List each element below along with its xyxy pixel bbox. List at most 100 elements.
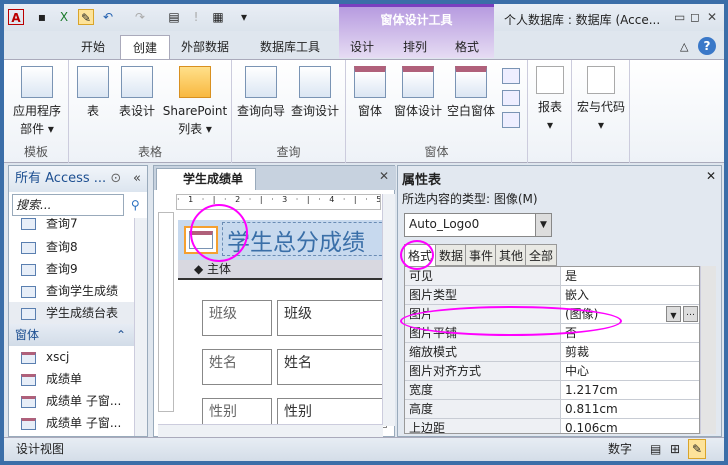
collapse-section-icon[interactable]: ⌃: [116, 324, 126, 346]
tab-create[interactable]: 创建: [120, 35, 170, 60]
query-wizard-icon: [245, 66, 277, 98]
tab-design[interactable]: 设计: [341, 35, 383, 59]
document-tab[interactable]: 学生成绩单: [156, 168, 256, 190]
property-row[interactable]: 上边距 0.106cm: [405, 419, 699, 433]
horizontal-scrollbar[interactable]: [158, 424, 383, 437]
nav-menu-icon[interactable]: ⊙: [110, 171, 121, 186]
design-view-icon[interactable]: ✎: [78, 9, 94, 25]
property-row[interactable]: 可见是: [405, 267, 699, 286]
property-scrollbar[interactable]: [700, 266, 716, 434]
table-icon[interactable]: ▦: [210, 9, 226, 25]
property-name: 可见: [405, 267, 561, 285]
list-item[interactable]: 学生成绩台表: [9, 302, 134, 324]
list-item[interactable]: 查询7: [9, 218, 134, 236]
access-logo-icon[interactable]: A: [8, 9, 24, 25]
dropdown-arrow-icon[interactable]: ▼: [535, 214, 551, 236]
help-icon[interactable]: ?: [698, 37, 716, 55]
property-value[interactable]: 中心: [561, 362, 699, 380]
close-property-sheet-icon[interactable]: ✕: [706, 169, 716, 183]
navigation-icon[interactable]: [502, 90, 520, 106]
property-row[interactable]: 高度 0.811cm: [405, 400, 699, 419]
list-item[interactable]: 查询9: [9, 258, 134, 280]
save-icon[interactable]: ▪: [34, 9, 50, 25]
property-value[interactable]: 嵌入: [561, 286, 699, 304]
property-row[interactable]: 图片类型 嵌入: [405, 286, 699, 305]
property-value[interactable]: 剪裁: [561, 343, 699, 361]
close-document-icon[interactable]: ✕: [379, 169, 389, 183]
query-wizard-button[interactable]: 查询向导: [234, 66, 288, 120]
search-icon[interactable]: ⚲: [131, 198, 140, 212]
customize-icon[interactable]: ▾: [236, 9, 252, 25]
tab-arrange[interactable]: 排列: [394, 35, 436, 59]
minimize-button[interactable]: ▭: [674, 10, 685, 24]
list-item[interactable]: 查询8: [9, 236, 134, 258]
label-class[interactable]: 班级: [202, 300, 272, 336]
tab-format[interactable]: 格式: [446, 35, 488, 59]
tab-database-tools[interactable]: 数据库工具: [250, 35, 330, 59]
field-name[interactable]: 姓名: [277, 349, 387, 385]
reports-button[interactable]: 报表 ▾: [532, 66, 568, 134]
tab-all[interactable]: 全部: [525, 244, 558, 266]
more-forms-icon[interactable]: [502, 112, 520, 128]
close-button[interactable]: ✕: [707, 10, 717, 24]
form-icon[interactable]: ▤: [166, 9, 182, 25]
undo-icon[interactable]: ↶: [100, 9, 116, 25]
run-icon[interactable]: !: [188, 9, 204, 25]
property-row[interactable]: 图片对齐方式 中心: [405, 362, 699, 381]
nav-header[interactable]: 所有 Access ... ⊙ «: [9, 166, 147, 192]
property-value[interactable]: 是: [561, 267, 699, 285]
redo-icon[interactable]: ↷: [132, 9, 148, 25]
maximize-button[interactable]: ◻: [690, 10, 700, 24]
form-button[interactable]: 窗体: [350, 66, 390, 120]
table-design-button[interactable]: 表设计: [117, 66, 157, 120]
collapse-ribbon-icon[interactable]: △: [680, 40, 688, 53]
tab-label: 学生成绩单: [183, 172, 244, 186]
window-title: 个人数据库 : 数据库 (Acce...: [504, 13, 661, 27]
property-row[interactable]: 宽度 1.217cm: [405, 381, 699, 400]
property-value[interactable]: 1.217cm: [561, 381, 699, 399]
nav-scrollbar[interactable]: [134, 218, 147, 436]
detail-section-bar[interactable]: ◆ 主体: [178, 260, 383, 280]
collapse-nav-icon[interactable]: «: [133, 166, 141, 192]
property-value[interactable]: 0.106cm: [561, 419, 699, 433]
builder-button[interactable]: …: [683, 306, 698, 322]
group-queries: 查询向导 查询设计 查询: [232, 60, 346, 163]
blank-form-button[interactable]: 空白窗体: [444, 66, 498, 120]
property-name: 图片对齐方式: [405, 362, 561, 380]
tab-other[interactable]: 其他: [495, 244, 528, 266]
form-design-button[interactable]: 窗体设计: [392, 66, 444, 120]
excel-icon[interactable]: X: [56, 9, 72, 25]
form-view-icon[interactable]: ▤: [650, 438, 661, 460]
object-selector[interactable]: Auto_Logo0 ▼: [404, 213, 552, 237]
layout-view-icon[interactable]: ⊞: [670, 438, 680, 460]
vertical-scrollbar[interactable]: [382, 194, 395, 426]
query-design-button[interactable]: 查询设计: [288, 66, 342, 120]
property-value[interactable]: 0.811cm: [561, 400, 699, 418]
highlight-circle: [400, 240, 434, 270]
application-parts-button[interactable]: 应用程序 部件 ▾: [8, 66, 66, 138]
form-wizard-icon[interactable]: [502, 68, 520, 84]
blank-form-icon: [455, 66, 487, 98]
list-item[interactable]: 查询学生成绩: [9, 280, 134, 302]
tab-data[interactable]: 数据: [435, 244, 468, 266]
group-label: 窗体: [424, 145, 449, 159]
list-item[interactable]: 成绩单 子窗...: [9, 390, 134, 412]
design-view-icon[interactable]: ✎: [688, 439, 706, 459]
list-item[interactable]: 成绩单: [9, 368, 134, 390]
tab-home[interactable]: 开始: [70, 35, 116, 59]
list-item[interactable]: xscj: [9, 346, 134, 368]
tab-event[interactable]: 事件: [465, 244, 498, 266]
property-row[interactable]: 缩放模式 剪裁: [405, 343, 699, 362]
tab-external-data[interactable]: 外部数据: [172, 35, 238, 59]
query-icon: [21, 307, 36, 320]
sharepoint-lists-button[interactable]: SharePoint 列表 ▾: [161, 66, 229, 138]
field-class[interactable]: 班级: [277, 300, 387, 336]
dropdown-arrow-icon[interactable]: ▼: [666, 306, 681, 322]
forms-section-header[interactable]: 窗体 ⌃: [9, 324, 134, 346]
search-input[interactable]: 搜索...: [12, 194, 124, 216]
table-button[interactable]: 表: [73, 66, 113, 120]
macros-code-button[interactable]: 宏与代码 ▾: [574, 66, 628, 134]
label-name[interactable]: 姓名: [202, 349, 272, 385]
form-icon: [354, 66, 386, 98]
list-item[interactable]: 成绩单 子窗...: [9, 412, 134, 434]
